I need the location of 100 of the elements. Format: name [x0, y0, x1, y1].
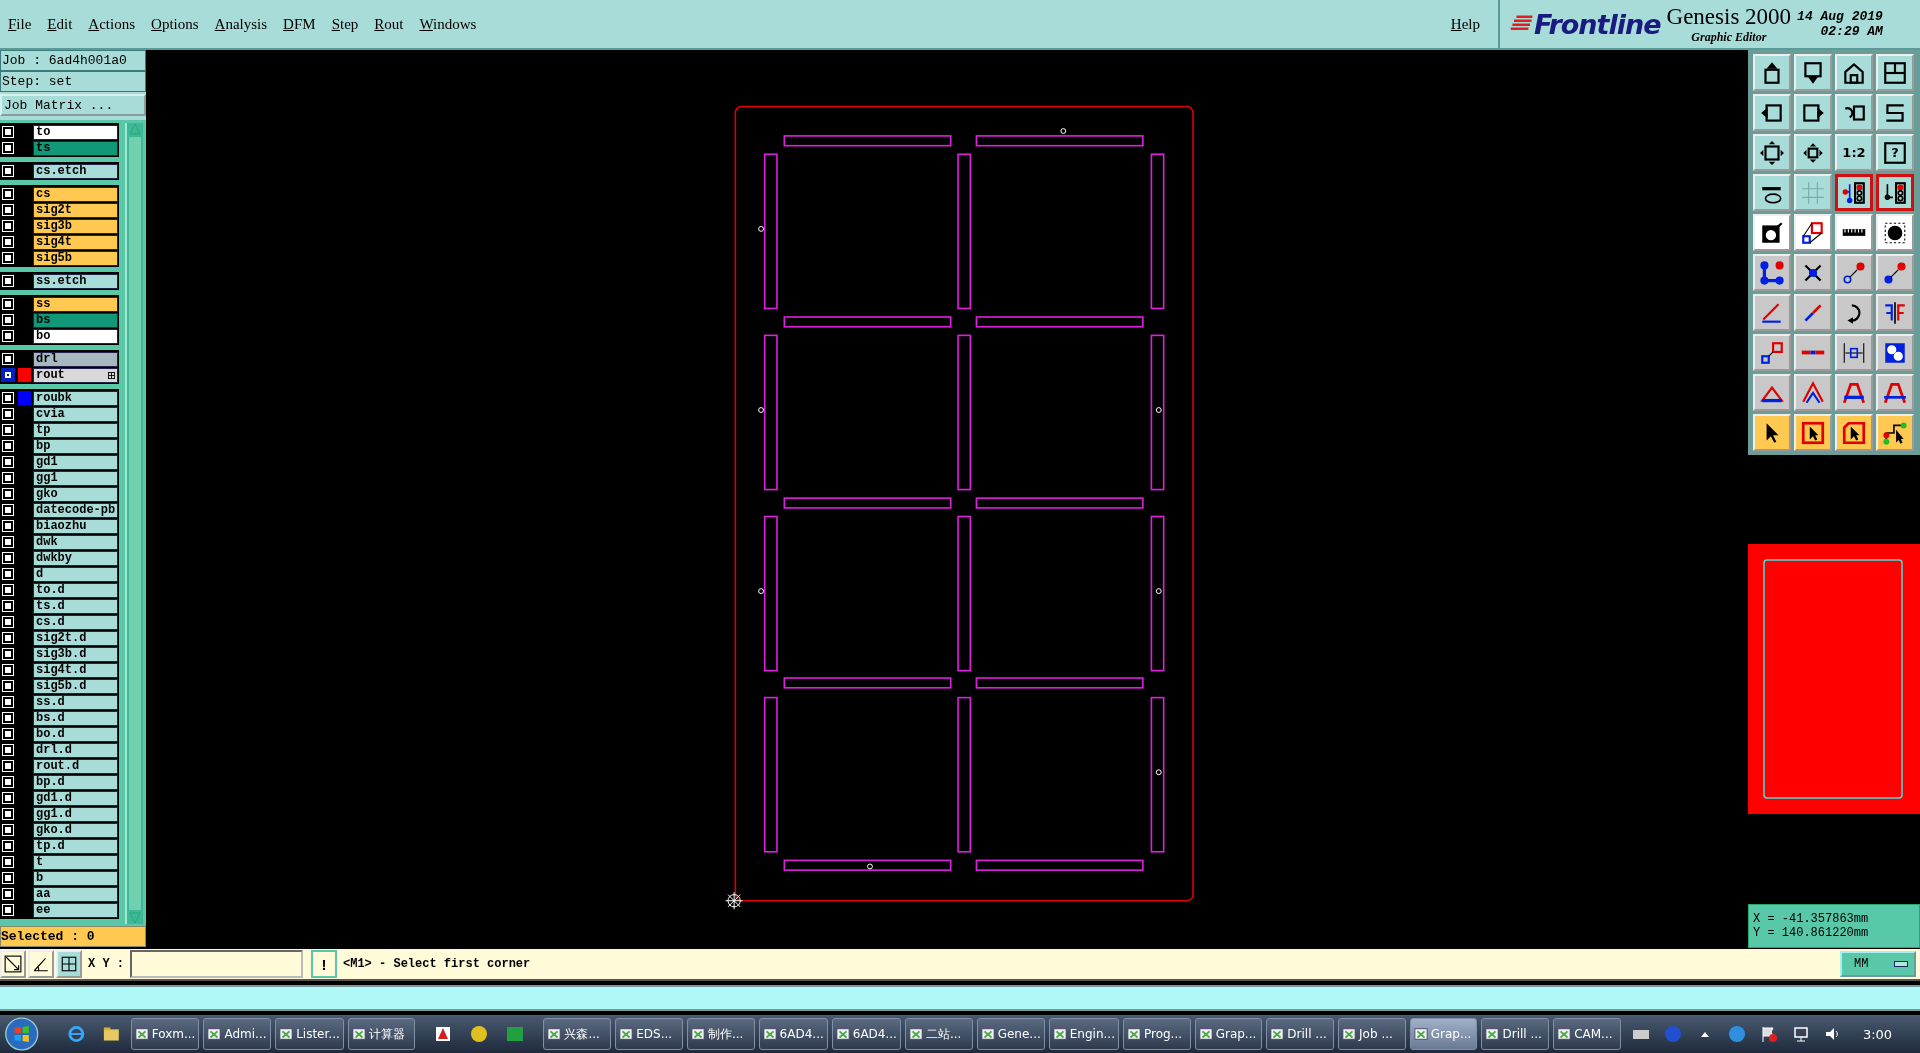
layer-checkbox[interactable]: [3, 166, 13, 176]
layer-item[interactable]: dwk: [33, 534, 118, 550]
layer-checkbox[interactable]: [3, 221, 13, 231]
layer-item[interactable]: bo: [33, 328, 118, 344]
layer-item[interactable]: t: [33, 854, 118, 870]
layer-checkbox[interactable]: [3, 889, 13, 899]
folder-icon[interactable]: [102, 1024, 121, 1044]
menu-item[interactable]: File: [8, 15, 32, 33]
layer-item[interactable]: ss: [33, 296, 118, 312]
menu-item[interactable]: Windows: [419, 15, 477, 33]
layer-item[interactable]: sig4t.d: [33, 662, 118, 678]
taskbar-item[interactable]: 兴森...: [543, 1018, 612, 1050]
layer-item[interactable]: ee: [33, 902, 118, 918]
taskbar-item[interactable]: Drill ...: [1266, 1018, 1335, 1050]
taskbar-item[interactable]: Prog...: [1122, 1018, 1191, 1050]
units-dropdown[interactable]: MM: [1840, 951, 1916, 978]
layer-item[interactable]: to.d: [33, 582, 118, 598]
app-icon[interactable]: [469, 1024, 490, 1044]
layer-item[interactable]: b: [33, 870, 118, 886]
layer-checkbox[interactable]: [3, 315, 13, 325]
layer-item[interactable]: ts: [33, 140, 118, 156]
layer-checkbox[interactable]: [3, 521, 13, 531]
taskbar-item[interactable]: CAM...: [1553, 1018, 1621, 1050]
layer-checkbox[interactable]: [3, 681, 13, 691]
layer-item[interactable]: gko.d: [33, 822, 118, 838]
layer-item[interactable]: d: [33, 566, 118, 582]
layer-checkbox[interactable]: [3, 601, 13, 611]
start-button[interactable]: [4, 1015, 40, 1053]
layer-item[interactable]: rout: [33, 367, 118, 383]
scrollbar-thumb[interactable]: [129, 137, 141, 911]
tool-button[interactable]: [1876, 174, 1914, 211]
layer-item[interactable]: gd1: [33, 454, 118, 470]
layer-item[interactable]: bs.d: [33, 710, 118, 726]
browser-icon[interactable]: [67, 1024, 87, 1044]
taskbar-item[interactable]: 计算器: [347, 1018, 416, 1050]
layer-checkbox[interactable]: [3, 537, 13, 547]
taskbar-item[interactable]: 6AD4...: [758, 1018, 828, 1050]
layer-checkbox[interactable]: [3, 370, 13, 380]
layer-item[interactable]: sig5b: [33, 250, 118, 266]
taskbar-item[interactable]: Engin...: [1048, 1018, 1119, 1050]
menu-item[interactable]: Edit: [47, 15, 73, 33]
layer-checkbox[interactable]: [3, 205, 13, 215]
layer-item[interactable]: gko: [33, 486, 118, 502]
layer-item[interactable]: sig4t: [33, 234, 118, 250]
layer-checkbox[interactable]: [3, 697, 13, 707]
scrollbar[interactable]: [125, 123, 143, 925]
layer-checkbox[interactable]: [3, 354, 13, 364]
alert-button[interactable]: !: [311, 950, 337, 979]
layer-item[interactable]: cs: [33, 186, 118, 202]
layer-item[interactable]: sig3b: [33, 218, 118, 234]
layer-item[interactable]: dwkby: [33, 550, 118, 566]
layer-checkbox[interactable]: [3, 793, 13, 803]
layer-item[interactable]: roubk: [33, 390, 118, 406]
taskbar-item[interactable]: 6AD4...: [831, 1018, 901, 1050]
layer-checkbox[interactable]: [3, 457, 13, 467]
layer-checkbox[interactable]: [3, 127, 13, 137]
layer-checkbox[interactable]: [3, 745, 13, 755]
layer-checkbox[interactable]: [3, 841, 13, 851]
menu-item[interactable]: Options: [151, 15, 199, 33]
layer-checkbox[interactable]: [3, 905, 13, 915]
layer-item[interactable]: gd1.d: [33, 790, 118, 806]
layer-item[interactable]: ts.d: [33, 598, 118, 614]
layer-checkbox[interactable]: [3, 617, 13, 627]
menu-item[interactable]: Help: [1450, 15, 1480, 33]
layer-item[interactable]: to: [33, 124, 118, 140]
layer-checkbox[interactable]: [3, 237, 13, 247]
layer-checkbox[interactable]: [3, 777, 13, 787]
layer-checkbox[interactable]: [3, 299, 13, 309]
layer-item[interactable]: bp: [33, 438, 118, 454]
layer-item[interactable]: gg1: [33, 470, 118, 486]
layer-checkbox[interactable]: [3, 857, 13, 867]
layer-item[interactable]: ss.d: [33, 694, 118, 710]
taskbar-item[interactable]: Drill ...: [1481, 1018, 1550, 1050]
xy-input-field[interactable]: [130, 950, 303, 979]
layer-checkbox[interactable]: [3, 873, 13, 883]
layer-checkbox[interactable]: [3, 441, 13, 451]
layer-item[interactable]: sig2t.d: [33, 630, 118, 646]
taskbar-item[interactable]: Job ...: [1338, 1018, 1406, 1050]
tool-button[interactable]: ?: [1876, 134, 1914, 171]
layer-item[interactable]: drl: [33, 351, 118, 367]
layer-item[interactable]: rout.d: [33, 758, 118, 774]
layer-item[interactable]: bs: [33, 312, 118, 328]
tool-button[interactable]: [1835, 174, 1873, 211]
layer-checkbox[interactable]: [3, 649, 13, 659]
layer-checkbox[interactable]: [3, 331, 13, 341]
layer-checkbox[interactable]: [3, 425, 13, 435]
layer-checkbox[interactable]: [3, 633, 13, 643]
taskbar-item[interactable]: EDS...: [615, 1018, 683, 1050]
layer-checkbox[interactable]: [3, 143, 13, 153]
layer-checkbox[interactable]: [3, 553, 13, 563]
menu-item[interactable]: DFM: [283, 15, 316, 33]
layer-checkbox[interactable]: [3, 809, 13, 819]
layer-checkbox[interactable]: [3, 569, 13, 579]
layer-checkbox[interactable]: [3, 761, 13, 771]
layer-checkbox[interactable]: [3, 729, 13, 739]
taskbar-item[interactable]: 制作...: [686, 1018, 755, 1050]
taskbar-item[interactable]: Gene...: [976, 1018, 1045, 1050]
menu-item[interactable]: Actions: [88, 15, 136, 33]
taskbar-item[interactable]: 二站...: [904, 1018, 973, 1050]
layer-checkbox[interactable]: [3, 253, 13, 263]
